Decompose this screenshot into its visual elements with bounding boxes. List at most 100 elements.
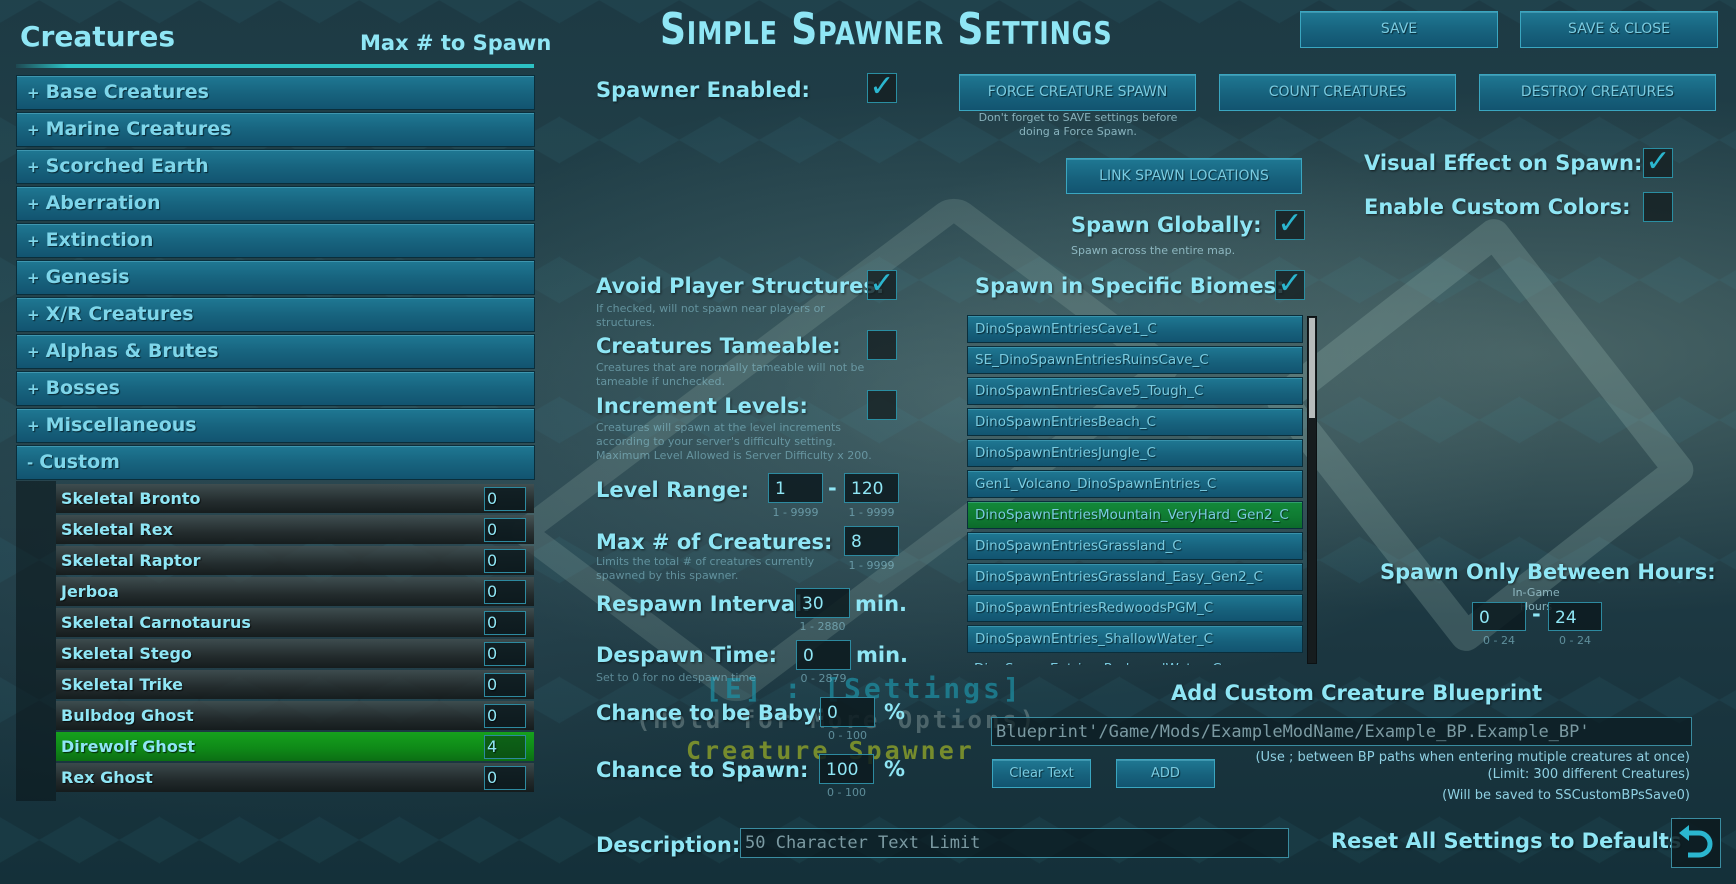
creature-max-input[interactable]: 0 <box>484 642 526 666</box>
creature-max-input[interactable]: 0 <box>484 487 526 511</box>
header-divider <box>16 64 534 68</box>
spawn-globally-checkbox[interactable]: ✓ <box>1275 209 1305 240</box>
max-creatures-input[interactable]: 8 <box>844 526 899 556</box>
hours-to-input[interactable]: 24 <box>1548 602 1602 631</box>
expand-icon: + <box>27 232 40 250</box>
biome-item[interactable]: DinoSpawnEntriesGrassland_Easy_Gen2_C <box>967 563 1303 591</box>
category-bosses[interactable]: + Bosses <box>16 371 535 406</box>
level-max-input[interactable]: 120 <box>844 473 899 503</box>
creature-row[interactable]: Jerboa 0 <box>56 577 534 606</box>
biome-item[interactable]: SE_DinoSpawnEntriesRuinsCave_C <box>967 346 1303 374</box>
category-scorched-earth[interactable]: + Scorched Earth <box>16 149 535 184</box>
biome-item[interactable]: DinoSpawnEntriesMountain_VeryHard_Gen2_C <box>967 501 1303 529</box>
destroy-creatures-button[interactable]: DESTROY CREATURES <box>1479 74 1716 111</box>
checkmark-icon: ✓ <box>1645 144 1671 179</box>
biome-item[interactable]: DinoSpawnEntriesGrassland_C <box>967 532 1303 560</box>
baby-chance-input[interactable]: 0 <box>820 697 875 727</box>
force-spawn-button[interactable]: FORCE CREATURE SPAWN <box>959 74 1196 111</box>
expand-icon: + <box>27 121 40 139</box>
biome-item[interactable]: DinoSpawnEntries_RedwoodWater_C <box>967 656 1303 665</box>
save-button[interactable]: SAVE <box>1300 11 1498 48</box>
category-label: Genesis <box>45 266 130 288</box>
hours-to-range: 0 - 24 <box>1559 634 1591 647</box>
creature-name: Jerboa <box>61 582 119 601</box>
level-range-separator: - <box>828 476 837 500</box>
reset-defaults-button[interactable] <box>1671 818 1721 868</box>
category-marine-creatures[interactable]: + Marine Creatures <box>16 112 535 147</box>
spawn-chance-input[interactable]: 100 <box>819 754 874 784</box>
biome-item[interactable]: DinoSpawnEntriesJungle_C <box>967 439 1303 467</box>
creature-row[interactable]: Direwolf Ghost 4 <box>56 732 534 761</box>
count-creatures-button[interactable]: COUNT CREATURES <box>1219 74 1456 111</box>
biome-item[interactable]: DinoSpawnEntriesRedwoodsPGM_C <box>967 594 1303 622</box>
max-creatures-hint: Limits the total # of creatures currentl… <box>596 555 815 582</box>
spawn-chance-unit: % <box>884 757 906 781</box>
despawn-time-input[interactable]: 0 <box>796 640 851 670</box>
category-label: Base Creatures <box>45 81 209 103</box>
biome-item[interactable]: DinoSpawnEntriesCave5_Tough_C <box>967 377 1303 405</box>
biome-item[interactable]: DinoSpawnEntries_ShallowWater_C <box>967 625 1303 653</box>
link-spawn-locations-button[interactable]: LINK SPAWN LOCATIONS <box>1066 158 1302 194</box>
creature-max-input[interactable]: 0 <box>484 549 526 573</box>
category-base-creatures[interactable]: + Base Creatures <box>16 75 535 110</box>
respawn-interval-range: 1 - 2880 <box>799 620 846 633</box>
custom-colors-checkbox[interactable] <box>1643 192 1673 222</box>
creature-name: Skeletal Rex <box>61 520 173 539</box>
tameable-checkbox[interactable] <box>867 330 897 360</box>
visual-effect-label: Visual Effect on Spawn: <box>1364 151 1643 175</box>
category-extinction[interactable]: + Extinction <box>16 223 535 258</box>
creature-row[interactable]: Skeletal Carnotaurus 0 <box>56 608 534 637</box>
custom-colors-label: Enable Custom Colors: <box>1364 195 1631 219</box>
category-aberration[interactable]: + Aberration <box>16 186 535 221</box>
description-input[interactable]: 50 Character Text Limit <box>740 828 1289 858</box>
checkmark-icon: ✓ <box>1277 266 1303 301</box>
hours-from-input[interactable]: 0 <box>1472 602 1526 631</box>
creature-max-input[interactable]: 0 <box>484 704 526 728</box>
creature-name: Skeletal Carnotaurus <box>61 613 251 632</box>
respawn-interval-input[interactable]: 30 <box>795 588 850 618</box>
biome-item[interactable]: Gen1_Volcano_DinoSpawnEntries_C <box>967 470 1303 498</box>
biome-item[interactable]: DinoSpawnEntriesCave1_C <box>967 315 1303 343</box>
creature-row[interactable]: Rex Ghost 0 <box>56 763 534 792</box>
creature-name: Skeletal Stego <box>61 644 192 663</box>
visual-effect-checkbox[interactable]: ✓ <box>1643 147 1673 178</box>
clear-text-button[interactable]: Clear Text <box>992 759 1091 788</box>
spawn-globally-hint: Spawn across the entire map. <box>1071 244 1236 257</box>
creature-max-input[interactable]: 4 <box>484 735 526 759</box>
biome-list[interactable]: DinoSpawnEntriesCave1_C SE_DinoSpawnEntri… <box>967 315 1307 665</box>
creature-row[interactable]: Bulbdog Ghost 0 <box>56 701 534 730</box>
save-close-button[interactable]: SAVE & CLOSE <box>1520 11 1718 48</box>
creature-row[interactable]: Skeletal Rex 0 <box>56 515 534 544</box>
biome-item[interactable]: DinoSpawnEntriesBeach_C <box>967 408 1303 436</box>
avoid-structures-hint: If checked, will not spawn near players … <box>596 302 825 329</box>
creature-row[interactable]: Skeletal Raptor 0 <box>56 546 534 575</box>
spawner-enabled-checkbox[interactable]: ✓ <box>867 72 897 103</box>
creature-max-input[interactable]: 0 <box>484 673 526 697</box>
creature-name: Direwolf Ghost <box>61 737 195 756</box>
specific-biomes-label: Spawn in Specific Biomes: <box>975 274 1285 298</box>
creature-max-input[interactable]: 0 <box>484 766 526 790</box>
custom-bp-title: Add Custom Creature Blueprint <box>1171 681 1543 705</box>
creature-max-input[interactable]: 0 <box>484 518 526 542</box>
creature-row[interactable]: Skeletal Stego 0 <box>56 639 534 668</box>
category-genesis[interactable]: + Genesis <box>16 260 535 295</box>
reset-defaults-label: Reset All Settings to Defaults <box>1331 829 1682 853</box>
increment-levels-checkbox[interactable] <box>867 390 897 420</box>
avoid-structures-checkbox[interactable]: ✓ <box>867 269 897 300</box>
creature-row[interactable]: Skeletal Trike 0 <box>56 670 534 699</box>
category-x-r-creatures[interactable]: + X/R Creatures <box>16 297 535 332</box>
biome-list-scroll-thumb[interactable] <box>1309 318 1315 418</box>
level-min-input[interactable]: 1 <box>768 473 823 503</box>
creature-max-input[interactable]: 0 <box>484 580 526 604</box>
category-custom[interactable]: - Custom <box>16 445 535 480</box>
category-label: Alphas & Brutes <box>45 340 219 362</box>
background-spawner-model-right <box>1260 212 1700 658</box>
creature-row[interactable]: Skeletal Bronto 0 <box>56 484 534 513</box>
despawn-time-range: 0 - 2879 <box>800 672 847 685</box>
category-alphas-brutes[interactable]: + Alphas & Brutes <box>16 334 535 369</box>
creature-max-input[interactable]: 0 <box>484 611 526 635</box>
custom-bp-input[interactable]: Blueprint'/Game/Mods/ExampleModName/Exam… <box>991 717 1692 746</box>
specific-biomes-checkbox[interactable]: ✓ <box>1275 269 1305 300</box>
category-miscellaneous[interactable]: + Miscellaneous <box>16 408 535 443</box>
add-bp-button[interactable]: ADD <box>1116 759 1215 788</box>
